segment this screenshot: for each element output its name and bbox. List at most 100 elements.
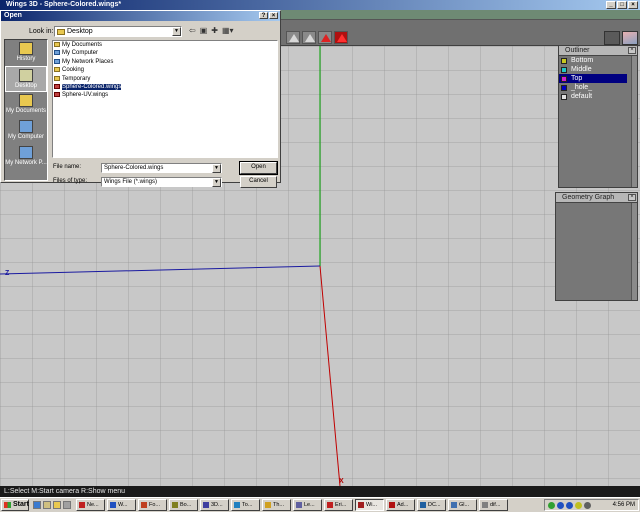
file-list-item[interactable]: Temporary xyxy=(53,75,277,83)
outliner-item[interactable]: default xyxy=(559,92,637,101)
outliner-item-label: Top xyxy=(571,75,583,82)
taskbar-button[interactable]: Gl... xyxy=(448,499,477,511)
new-folder-icon[interactable]: ✚ xyxy=(211,26,218,35)
close-button[interactable]: × xyxy=(628,1,638,9)
taskbar-button[interactable]: Fo... xyxy=(138,499,167,511)
groundplane-toggle-icon[interactable] xyxy=(604,31,620,45)
places-bar: History Desktop My Documents My Computer My … xyxy=(4,39,48,181)
place-item[interactable]: My Computer xyxy=(5,118,47,144)
file-name: My Documents xyxy=(62,42,103,48)
taskbar-button[interactable]: Ne... xyxy=(76,499,105,511)
dialog-title: Open xyxy=(4,12,22,19)
outliner-item[interactable]: _hole_ xyxy=(559,83,637,92)
outliner-item[interactable]: Middle xyxy=(559,65,637,74)
place-label: My Computer xyxy=(7,134,44,140)
file-name-label: File name: xyxy=(53,164,82,170)
open-dialog: Open ? × Look in: Desktop ▼ ⇦ ▣ ✚ ▦▾ His… xyxy=(0,10,281,188)
file-name: Sphere-Colored.wings xyxy=(62,83,122,90)
face-mode-icon[interactable] xyxy=(318,31,332,44)
file-list-item[interactable]: Sphere-UV.wings xyxy=(53,91,277,99)
tray-icon[interactable] xyxy=(548,501,555,509)
file-name: Sphere-UV.wings xyxy=(62,92,109,99)
taskbar-button[interactable]: Wi... xyxy=(355,499,384,511)
file-name-field[interactable]: Sphere-Colored.wings ▼ xyxy=(101,163,222,173)
place-item[interactable]: History xyxy=(5,40,47,66)
file-list-item[interactable]: Sphere-Colored.wings xyxy=(53,83,277,91)
look-in-select[interactable]: Desktop ▼ xyxy=(54,26,182,37)
file-name: My Network Places xyxy=(62,58,114,65)
place-label: Desktop xyxy=(14,83,37,89)
minimize-button[interactable]: _ xyxy=(606,1,616,9)
shading-toggle-icon[interactable] xyxy=(622,31,638,45)
taskbar-button[interactable]: 3D... xyxy=(200,499,229,511)
chevron-down-icon[interactable]: ▼ xyxy=(212,178,221,187)
file-name: Cooking xyxy=(62,67,85,74)
up-folder-icon[interactable]: ▣ xyxy=(200,26,208,35)
app-icon[interactable] xyxy=(63,501,71,509)
geometry-graph-scrollbar[interactable] xyxy=(631,203,637,300)
taskbar-button[interactable]: Ad... xyxy=(386,499,415,511)
close-icon[interactable]: × xyxy=(628,47,636,54)
taskbar-button[interactable]: Le... xyxy=(293,499,322,511)
back-icon[interactable]: ⇦ xyxy=(189,26,196,35)
close-icon[interactable]: × xyxy=(628,194,636,201)
geometry-graph-title: Geometry Graph × xyxy=(556,193,637,203)
place-item[interactable]: My Documents xyxy=(5,92,47,118)
system-folder-icon xyxy=(54,50,60,56)
place-item[interactable]: Desktop xyxy=(5,66,47,92)
outliner-panel: Outliner × Bottom Middle Top _hole_ default xyxy=(558,45,638,188)
taskbar-button[interactable]: Eri... xyxy=(324,499,353,511)
chevron-down-icon[interactable]: ▼ xyxy=(172,27,181,36)
files-of-type-select[interactable]: Wings File (*.wings) ▼ xyxy=(101,177,222,187)
place-item[interactable]: My Network P... xyxy=(5,144,47,170)
app-title: Wings 3D - Sphere-Colored.wings* xyxy=(6,1,122,8)
view-menu-icon[interactable]: ▦▾ xyxy=(222,26,234,35)
body-mode-icon[interactable] xyxy=(334,31,348,44)
desktop-icon[interactable] xyxy=(43,501,51,509)
taskbar-button[interactable]: dif... xyxy=(479,499,508,511)
place-icon xyxy=(19,146,33,159)
geometry-graph-title-text: Geometry Graph xyxy=(562,194,615,201)
task-list: Ne... W... Fo... Bo... 3D... To... Th... Le... E… xyxy=(76,499,508,511)
taskbar-button[interactable]: DC... xyxy=(417,499,446,511)
vertex-mode-icon[interactable] xyxy=(286,31,300,44)
maximize-button[interactable]: □ xyxy=(617,1,627,9)
place-label: History xyxy=(16,56,36,62)
app-titlebar: Wings 3D - Sphere-Colored.wings* _ □ × xyxy=(0,0,640,10)
ie-icon[interactable] xyxy=(33,501,41,509)
file-list-item[interactable]: Cooking xyxy=(53,66,277,74)
tray-icon[interactable] xyxy=(557,501,564,509)
outliner-list: Bottom Middle Top _hole_ default xyxy=(559,56,637,101)
tray-icon[interactable] xyxy=(566,501,573,509)
taskbar-button[interactable]: W... xyxy=(107,499,136,511)
chevron-down-icon[interactable]: ▼ xyxy=(212,164,221,173)
file-list-item[interactable]: My Network Places xyxy=(53,58,277,66)
material-swatch-icon xyxy=(561,57,567,64)
file-list-item[interactable]: My Computer xyxy=(53,49,277,57)
outliner-item-label: _hole_ xyxy=(571,84,593,91)
taskbar-button[interactable]: Bo... xyxy=(169,499,198,511)
start-button[interactable]: Start xyxy=(1,499,29,511)
file-list-item[interactable]: My Documents xyxy=(53,41,277,49)
outliner-item[interactable]: Bottom xyxy=(559,56,637,65)
file-name-value: Sphere-Colored.wings xyxy=(104,165,164,171)
files-of-type-value: Wings File (*.wings) xyxy=(104,179,158,185)
place-icon xyxy=(19,42,33,55)
taskbar-button[interactable]: To... xyxy=(231,499,260,511)
tray-icon[interactable] xyxy=(575,501,582,509)
folder-icon xyxy=(54,75,60,81)
help-button[interactable]: ? xyxy=(259,12,268,19)
edge-mode-icon[interactable] xyxy=(302,31,316,44)
outliner-scrollbar[interactable] xyxy=(631,56,637,187)
x-axis-line xyxy=(319,265,341,486)
file-list[interactable]: My Documents My Computer My Network Places… xyxy=(52,40,278,158)
folder-icon[interactable] xyxy=(53,501,61,509)
folder-icon xyxy=(54,67,60,73)
cancel-button[interactable]: Cancel xyxy=(240,176,277,188)
volume-icon[interactable] xyxy=(584,501,591,509)
outliner-item[interactable]: Top xyxy=(559,74,627,83)
taskbar-button[interactable]: Th... xyxy=(262,499,291,511)
open-button[interactable]: Open xyxy=(239,161,278,175)
system-folder-icon xyxy=(54,58,60,64)
dialog-close-button[interactable]: × xyxy=(269,12,278,19)
